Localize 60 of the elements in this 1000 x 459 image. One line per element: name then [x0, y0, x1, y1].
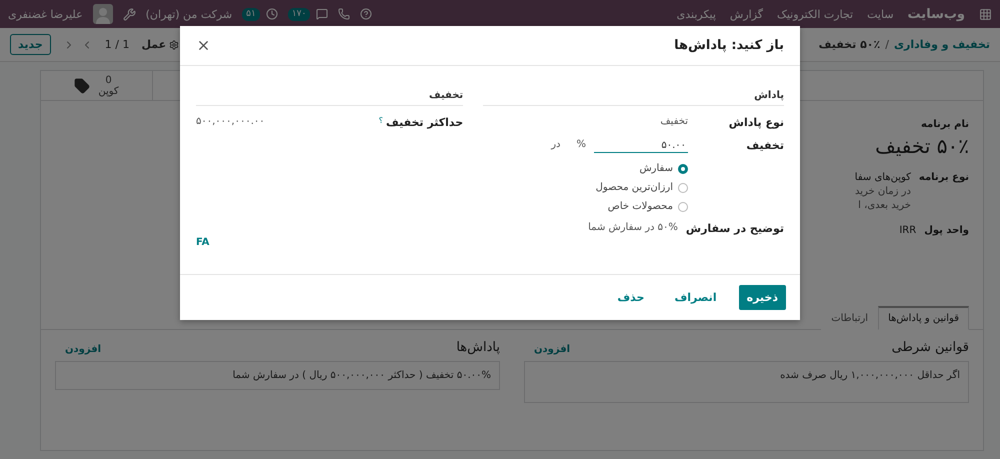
radio-option[interactable]: ارزان‌ترین محصول [483, 182, 688, 193]
record-card[interactable]: ۵۰.۰۰% تخفیف ( حداکثر ۵۰۰,۰۰۰,۰۰۰ ریال ) در سفارش شما [55, 361, 500, 390]
menu-item[interactable]: تجارت الکترونیک [777, 8, 854, 20]
menu-item[interactable]: گزارش [730, 8, 764, 20]
apps-icon[interactable] [979, 8, 992, 20]
section-title: قوانین شرطی [892, 340, 969, 355]
field-value: ۵۰۰,۰۰۰,۰۰۰.۰۰ [196, 116, 265, 127]
company-name[interactable]: شرکت من (تهران) [146, 8, 232, 20]
field-label: توضیح در سفارش [686, 222, 784, 235]
radio-option[interactable]: محصولات خاص [483, 201, 688, 212]
chat-count: ۱۷۰ [288, 8, 310, 20]
field-label: تخفیف [745, 139, 784, 152]
help-tooltip-icon[interactable]: ؟ [378, 116, 383, 125]
new-button[interactable]: جدید [10, 34, 51, 55]
activity-count: ۵۱ [242, 8, 260, 20]
phone-icon[interactable] [338, 8, 350, 20]
field-label: واحد پول [924, 225, 969, 236]
field-label: نوع پاداش [728, 116, 784, 129]
tab[interactable]: قوانین و پاداش‌ها [878, 306, 969, 330]
breadcrumb-separator: / [885, 38, 889, 51]
user-name[interactable]: علیرضا غضنفری [8, 8, 83, 20]
section-title: پاداش‌ها [456, 340, 500, 355]
app-brand[interactable]: وب‌سایت [908, 6, 965, 22]
dialog-title: باز کنید: پاداش‌ها [674, 38, 784, 53]
save-button[interactable]: ذخیره [738, 285, 786, 310]
menu-item[interactable]: پیکربندی [676, 8, 716, 20]
add-link[interactable]: افزودن [55, 344, 102, 355]
field-value: تخفیف [660, 116, 688, 127]
radio-option[interactable]: سفارش [483, 163, 688, 174]
dialog-button[interactable]: انصراف [666, 285, 725, 310]
menu-item[interactable]: سایت [867, 8, 894, 20]
record-card[interactable]: اگر حداقل ۱,۰۰۰,۰۰۰,۰۰۰ ریال صرف شده [524, 361, 969, 403]
breadcrumb-link[interactable]: تخفیف و وفاداری [894, 38, 990, 51]
close-button[interactable] [196, 38, 211, 53]
applies-label: در [551, 139, 560, 150]
tag-icon [74, 78, 90, 94]
field-value: IRR [899, 225, 916, 236]
field-label: نوع برنامه [918, 172, 969, 183]
field-value: ۵۰% در سفارش شما [588, 222, 678, 233]
unit-label: % [576, 139, 586, 150]
gear-icon [169, 40, 180, 50]
add-link[interactable]: افزودن [524, 344, 570, 355]
help-icon[interactable] [360, 8, 372, 20]
field-note: خرید بعدی، ا [857, 200, 911, 211]
field-label: نام برنامه [920, 119, 969, 130]
field-note: در زمان خرید [854, 186, 911, 197]
dialog-button[interactable]: حذف [609, 285, 652, 310]
group-heading: تخفیف [196, 90, 464, 106]
breadcrumb-current: ۵۰٪ تخفیف [818, 38, 880, 51]
language-button[interactable]: FA [196, 237, 210, 248]
pager-count[interactable]: 1 / 1 [104, 38, 130, 51]
user-avatar[interactable] [92, 4, 113, 24]
action-menu[interactable]: عمل [141, 38, 180, 51]
tools-icon[interactable] [122, 8, 136, 20]
field-label: حداکثر تخفیف [386, 116, 464, 129]
group-heading: پاداش [483, 90, 784, 106]
clock-icon[interactable] [266, 8, 278, 20]
program-title: ۵۰٪ تخفیف [875, 134, 969, 158]
chat-icon[interactable] [316, 8, 328, 20]
discount-input[interactable]: ۵۰.۰۰ [594, 139, 688, 153]
